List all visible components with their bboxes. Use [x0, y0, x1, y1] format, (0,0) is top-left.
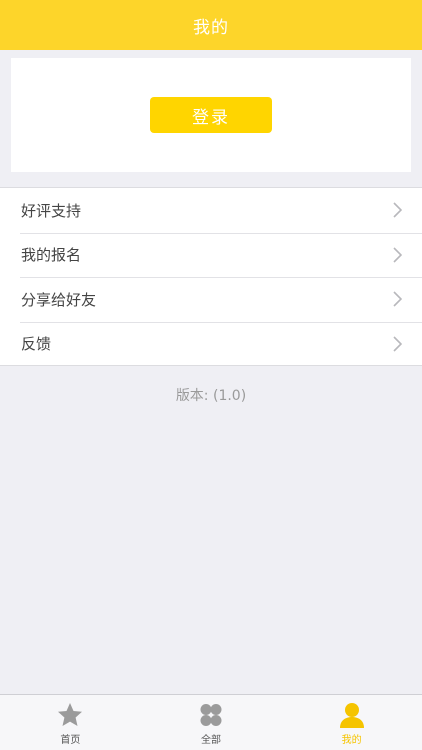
menu-item-label: 好评支持	[21, 201, 82, 220]
navbar: 我的	[0, 0, 422, 50]
star-icon	[58, 703, 83, 726]
tab-label: 全部	[201, 735, 221, 746]
tab-bar: 首页 全部 我的	[0, 694, 422, 750]
menu-item-feedback[interactable]: 反馈	[0, 321, 422, 367]
menu-item-label: 我的报名	[21, 246, 82, 265]
grid-icon	[200, 704, 222, 726]
tab-label: 我的	[341, 735, 362, 746]
version-label: 版本: (1.0)	[175, 388, 247, 404]
menu-item-share-friends[interactable]: 分享给好友	[0, 277, 422, 322]
chevron-right-icon	[393, 247, 402, 263]
settings-menu: 好评支持 我的报名 分享给好友 反馈	[0, 187, 422, 366]
profile-screen: 我的 登录 好评支持 我的报名 分享给好友 反馈 版本: (1.0) 首页 全部…	[0, 0, 422, 750]
menu-item-label: 分享给好友	[21, 290, 97, 309]
chevron-right-icon	[393, 202, 402, 218]
menu-item-label: 反馈	[21, 335, 52, 354]
tab-label: 首页	[60, 735, 81, 746]
login-card: 登录	[11, 58, 411, 172]
tab-all[interactable]: 全部	[141, 695, 282, 750]
menu-item-my-registration[interactable]: 我的报名	[0, 232, 422, 278]
login-button[interactable]: 登录	[150, 97, 272, 133]
tab-mine[interactable]: 我的	[281, 695, 422, 750]
user-icon	[339, 703, 364, 728]
page-title: 我的	[193, 17, 229, 38]
chevron-right-icon	[393, 291, 402, 307]
tab-home[interactable]: 首页	[0, 695, 141, 750]
chevron-right-icon	[393, 336, 402, 352]
menu-item-rate-support[interactable]: 好评支持	[0, 188, 422, 233]
